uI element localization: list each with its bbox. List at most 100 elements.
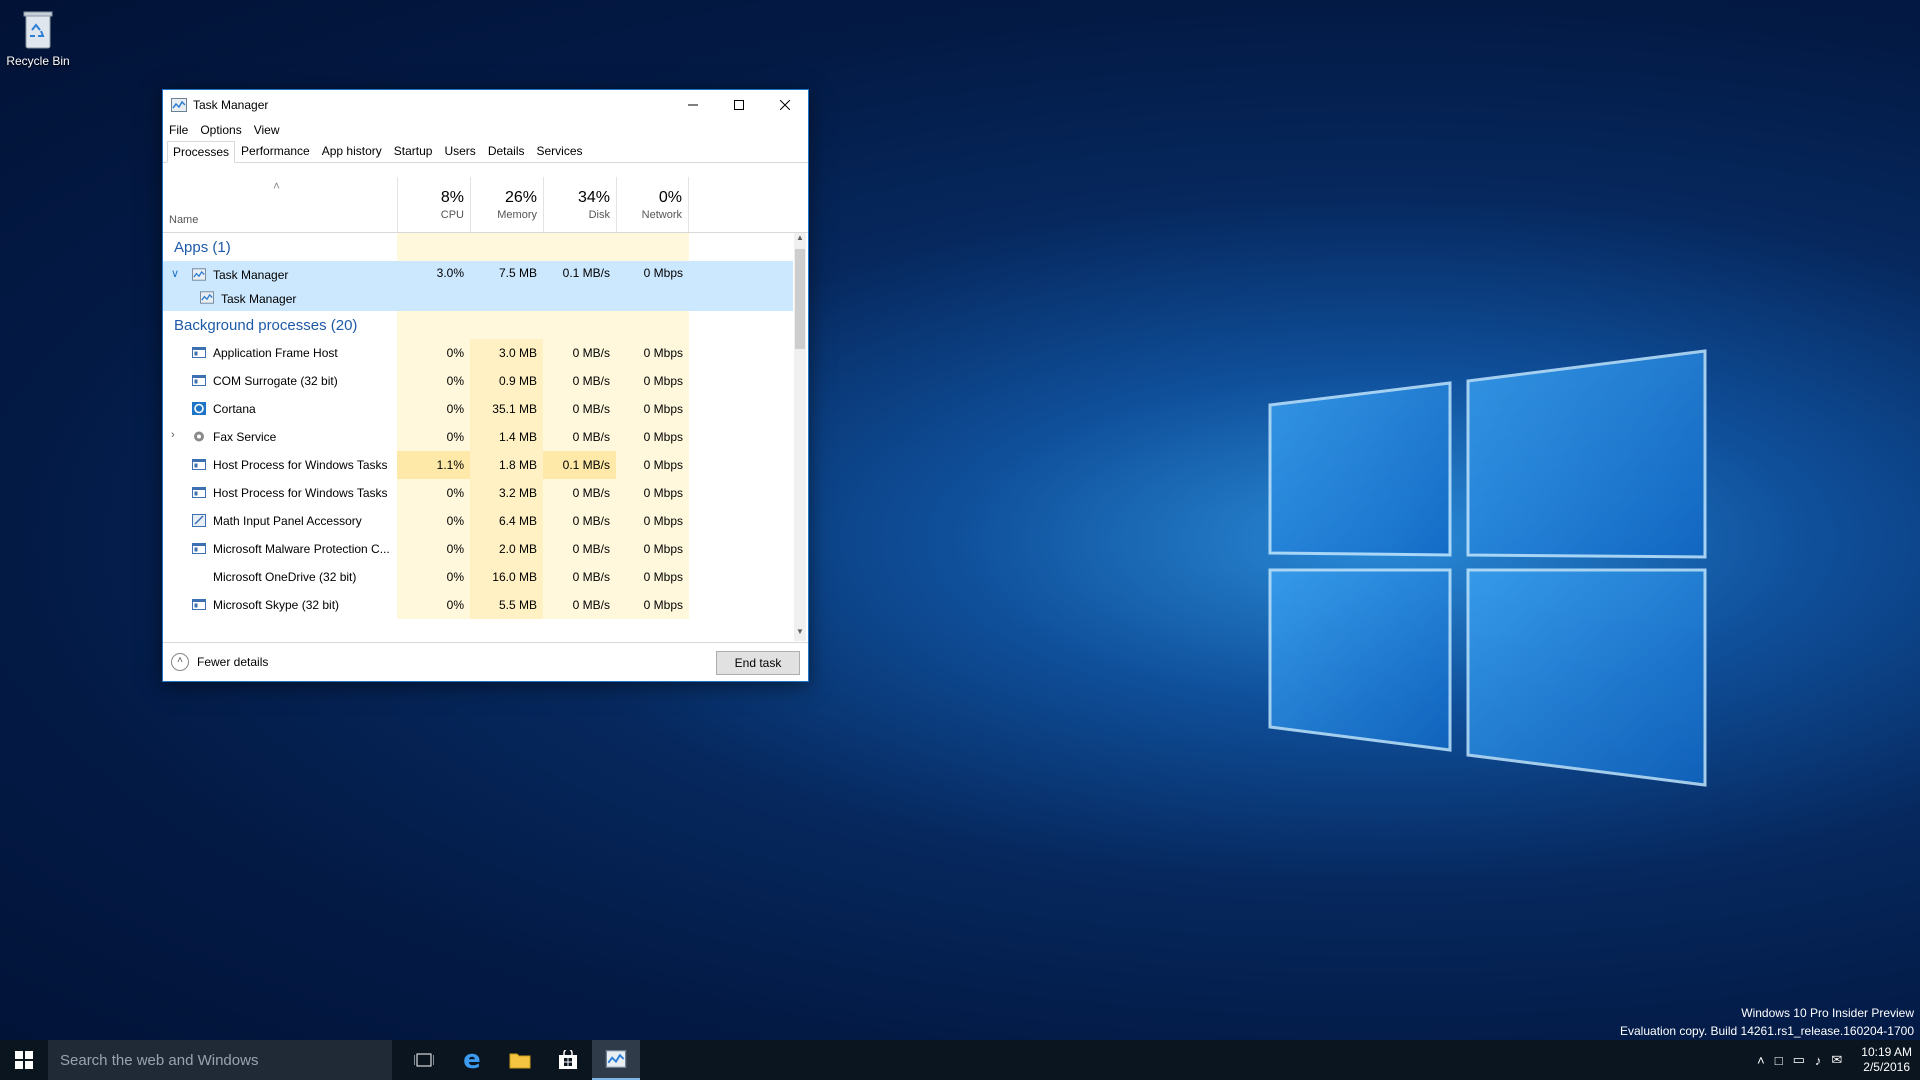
- disk-column-header[interactable]: 34% Disk: [543, 177, 616, 232]
- tab-users[interactable]: Users: [438, 140, 481, 162]
- chevron-right-icon[interactable]: ›: [171, 429, 175, 441]
- disk-value: 0 MB/s: [543, 395, 616, 423]
- memory-value: 35.1 MB: [470, 395, 543, 423]
- clock[interactable]: 10:19 AM 2/5/2016: [1861, 1045, 1912, 1075]
- tab-startup[interactable]: Startup: [388, 140, 439, 162]
- table-row[interactable]: ∨ Task Manager 3.0% 7.5 MB 0.1 MB/s 0 Mb…: [163, 261, 793, 311]
- volume-icon[interactable]: ♪: [1815, 1053, 1822, 1068]
- notification-icon[interactable]: ✉: [1831, 1052, 1842, 1068]
- task-manager-taskbar-button[interactable]: [592, 1040, 640, 1080]
- memory-value: 5.5 MB: [470, 591, 543, 619]
- cpu-value: 0%: [397, 507, 470, 535]
- process-list: Apps (1) ∨ Task Manager 3.0% 7.5 MB 0.1 …: [163, 233, 793, 641]
- memory-column-header[interactable]: 26% Memory: [470, 177, 543, 232]
- tab-app-history[interactable]: App history: [316, 140, 388, 162]
- cpu-total: 8%: [440, 189, 464, 206]
- cpu-label: CPU: [440, 209, 464, 221]
- table-row[interactable]: Cortana 0% 35.1 MB 0 MB/s 0 Mbps: [163, 395, 793, 423]
- table-row[interactable]: COM Surrogate (32 bit) 0% 0.9 MB 0 MB/s 0 Mb…: [163, 367, 793, 395]
- vertical-scrollbar[interactable]: ▲ ▼: [794, 233, 806, 641]
- sort-up-icon: ˄: [273, 179, 281, 193]
- tab-performance[interactable]: Performance: [235, 140, 316, 162]
- memory-value: 1.4 MB: [470, 423, 543, 451]
- table-row[interactable]: Math Input Panel Accessory 0% 6.4 MB 0 MB/s…: [163, 507, 793, 535]
- network-value: 0 Mbps: [616, 395, 689, 423]
- minimize-button[interactable]: [670, 90, 716, 120]
- table-row[interactable]: Microsoft Skype (32 bit) 0% 5.5 MB 0 MB/s 0 …: [163, 591, 793, 619]
- memory-value: 6.4 MB: [470, 507, 543, 535]
- search-box[interactable]: Search the web and Windows: [48, 1040, 392, 1080]
- memory-value: 3.0 MB: [470, 339, 543, 367]
- memory-value: 16.0 MB: [470, 563, 543, 591]
- task-view-button[interactable]: [400, 1040, 448, 1080]
- fewer-details-button[interactable]: ˄ Fewer details: [171, 653, 268, 671]
- background-group-label: Background processes (20): [174, 317, 358, 334]
- scroll-down-icon[interactable]: ▼: [794, 627, 806, 641]
- chevron-down-icon[interactable]: ∨: [171, 267, 179, 280]
- tab-services[interactable]: Services: [531, 140, 589, 162]
- table-row[interactable]: Host Process for Windows Tasks 1.1% 1.8 MB…: [163, 451, 793, 479]
- scrollbar-thumb[interactable]: [795, 249, 805, 349]
- process-name: Microsoft Malware Protection C...: [213, 542, 390, 556]
- start-button[interactable]: [0, 1040, 48, 1080]
- network-icon[interactable]: ▭: [1793, 1052, 1805, 1068]
- recycle-bin-shortcut[interactable]: Recycle Bin: [6, 8, 70, 68]
- network-total: 0%: [658, 189, 682, 206]
- table-row[interactable]: Host Process for Windows Tasks 0% 3.2 MB 0 …: [163, 479, 793, 507]
- maximize-button[interactable]: [716, 90, 762, 120]
- network-label: Network: [641, 209, 682, 221]
- store-button[interactable]: [544, 1040, 592, 1080]
- end-task-button[interactable]: End task: [716, 651, 800, 675]
- cpu-column-header[interactable]: 8% CPU: [397, 177, 470, 232]
- group-header-apps: Apps (1): [163, 233, 793, 261]
- process-name: COM Surrogate (32 bit): [213, 374, 338, 388]
- network-value: 0 Mbps: [616, 535, 689, 563]
- title-bar[interactable]: Task Manager: [163, 90, 808, 120]
- table-row[interactable]: Microsoft Malware Protection C... 0% 2.0 M…: [163, 535, 793, 563]
- menu-file[interactable]: File: [169, 123, 188, 137]
- process-name: Host Process for Windows Tasks: [213, 486, 388, 500]
- process-name: Cortana: [213, 402, 256, 416]
- edge-browser-button[interactable]: e: [448, 1040, 496, 1080]
- disk-value: 0 MB/s: [543, 563, 616, 591]
- menu-view[interactable]: View: [254, 123, 280, 137]
- process-name: Application Frame Host: [213, 346, 338, 360]
- network-column-header[interactable]: 0% Network: [616, 177, 689, 232]
- cpu-value: 1.1%: [397, 451, 470, 479]
- process-name: Task Manager: [213, 268, 289, 282]
- window-icon: [192, 487, 206, 498]
- disk-value: 0 MB/s: [543, 479, 616, 507]
- memory-value: 2.0 MB: [470, 535, 543, 563]
- tab-strip: Processes Performance App history Startu…: [163, 140, 808, 163]
- group-header-background: Background processes (20): [163, 311, 793, 339]
- tab-details[interactable]: Details: [482, 140, 531, 162]
- table-row[interactable]: Application Frame Host 0% 3.0 MB 0 MB/s 0 Mb…: [163, 339, 793, 367]
- tab-processes[interactable]: Processes: [167, 141, 236, 163]
- memory-value: 1.8 MB: [470, 451, 543, 479]
- close-button[interactable]: [762, 90, 808, 120]
- child-process-name: Task Manager: [221, 292, 297, 306]
- cortana-icon: [192, 402, 206, 415]
- name-column-header[interactable]: ˄ Name: [163, 177, 397, 232]
- table-row[interactable]: › Fax Service 0% 1.4 MB 0 MB/s 0 Mbps: [163, 423, 793, 451]
- process-name: Host Process for Windows Tasks: [213, 458, 388, 472]
- watermark-line-2: Evaluation copy. Build 14261.rs1_release…: [1620, 1024, 1914, 1038]
- build-watermark: Windows 10 Pro Insider Preview Evaluatio…: [1620, 1004, 1914, 1040]
- system-tray: ˄ □ ▭ ♪ ✉ 10:19 AM 2/5/2016: [1752, 1040, 1912, 1080]
- process-name: Microsoft Skype (32 bit): [213, 598, 340, 612]
- action-center-icon[interactable]: □: [1775, 1053, 1783, 1068]
- cpu-value: 0%: [397, 367, 470, 395]
- task-manager-icon: [605, 1050, 627, 1068]
- file-explorer-button[interactable]: [496, 1040, 544, 1080]
- memory-value: 7.5 MB: [498, 266, 537, 280]
- disk-total: 34%: [577, 189, 610, 206]
- disk-value: 0.1 MB/s: [543, 451, 616, 479]
- clock-time: 10:19 AM: [1861, 1045, 1912, 1059]
- network-value: 0 Mbps: [616, 451, 689, 479]
- chevron-up-icon[interactable]: ˄: [1757, 1053, 1765, 1068]
- menu-options[interactable]: Options: [200, 123, 241, 137]
- table-row[interactable]: Microsoft OneDrive (32 bit) 0% 16.0 MB 0 MB…: [163, 563, 793, 591]
- window-icon: [192, 347, 206, 358]
- network-value: 0 Mbps: [616, 339, 689, 367]
- scroll-up-icon[interactable]: ▲: [794, 233, 806, 247]
